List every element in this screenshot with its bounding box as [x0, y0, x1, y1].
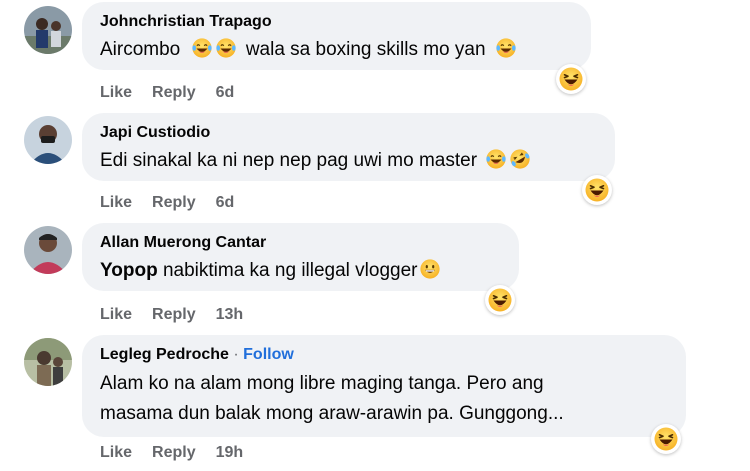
avatar-photo: [24, 226, 72, 274]
avatar-photo: [24, 116, 72, 164]
comment-text-part: Edi sinakal ka ni nep nep pag uwi mo mas…: [100, 150, 478, 171]
comment: Japi Custiodio Edi sinakal ka ni nep nep…: [0, 110, 750, 220]
comment: Legleg Pedroche · Follow Alam ko na alam…: [0, 332, 750, 471]
haha-reaction-icon: [585, 178, 609, 202]
grinning-face-icon: [419, 258, 441, 280]
comment-text-part: wala sa boxing skills mo yan: [245, 39, 486, 60]
haha-reaction-icon: [488, 288, 512, 312]
comment-text-part: nabiktima ka ng illegal vlogger: [157, 260, 418, 281]
reply-button[interactable]: Reply: [152, 84, 196, 102]
comment-actions: Like Reply 6d: [100, 84, 234, 102]
comment-text-part: Aircombo: [100, 39, 181, 60]
comment-actions: Like Reply 6d: [100, 194, 234, 212]
reaction-badge[interactable]: [582, 175, 612, 205]
author-name[interactable]: Allan Muerong Cantar: [100, 234, 266, 251]
like-button[interactable]: Like: [100, 84, 132, 102]
comment-text-line: Alam ko na alam mong libre maging tanga.…: [100, 373, 544, 394]
comment-bubble: Allan Muerong Cantar Yopop nabiktima ka …: [82, 223, 519, 291]
comment-text: Alam ko na alam mong libre maging tanga.…: [100, 369, 668, 429]
like-button[interactable]: Like: [100, 194, 132, 212]
avatar-photo: [24, 6, 72, 54]
author-name[interactable]: Legleg Pedroche: [100, 346, 229, 363]
reaction-badge[interactable]: [485, 285, 515, 315]
avatar[interactable]: [24, 6, 72, 54]
avatar[interactable]: [24, 116, 72, 164]
comment-actions: Like Reply 19h: [100, 444, 243, 462]
follow-separator: ·: [228, 346, 244, 363]
comment-text: Yopop nabiktima ka ng illegal vlogger: [100, 257, 501, 285]
like-button[interactable]: Like: [100, 306, 132, 324]
comment-timestamp[interactable]: 6d: [216, 194, 235, 212]
tears-of-joy-icon: [485, 148, 507, 170]
like-button[interactable]: Like: [100, 444, 132, 462]
comment-text: Edi sinakal ka ni nep nep pag uwi mo mas…: [100, 147, 597, 175]
avatar[interactable]: [24, 226, 72, 274]
reaction-badge[interactable]: [651, 424, 681, 454]
haha-reaction-icon: [654, 427, 678, 451]
comment-actions: Like Reply 13h: [100, 306, 243, 324]
comment-bubble: Legleg Pedroche · Follow Alam ko na alam…: [82, 335, 686, 437]
tears-of-joy-icon: [191, 37, 213, 59]
comment: Johnchristian Trapago Aircombo wala sa b…: [0, 0, 750, 110]
follow-button[interactable]: Follow: [243, 346, 294, 363]
reply-button[interactable]: Reply: [152, 444, 196, 462]
comment-timestamp[interactable]: 13h: [216, 306, 244, 324]
comment-text-line: masama dun balak mong araw-arawin pa. Gu…: [100, 403, 564, 424]
comment: Allan Muerong Cantar Yopop nabiktima ka …: [0, 220, 750, 332]
author-name[interactable]: Johnchristian Trapago: [100, 13, 272, 30]
haha-reaction-icon: [559, 67, 583, 91]
tears-of-joy-icon: [215, 37, 237, 59]
reaction-badge[interactable]: [556, 64, 586, 94]
comment-thread: Johnchristian Trapago Aircombo wala sa b…: [0, 0, 750, 471]
comment-timestamp[interactable]: 19h: [216, 444, 244, 462]
comment-bubble: Japi Custiodio Edi sinakal ka ni nep nep…: [82, 113, 615, 181]
mentioned-name[interactable]: Yopop: [100, 260, 158, 281]
comment-timestamp[interactable]: 6d: [216, 84, 235, 102]
author-name[interactable]: Japi Custiodio: [100, 124, 210, 141]
comment-text: Aircombo wala sa boxing skills mo yan: [100, 36, 573, 64]
tears-of-joy-icon: [495, 37, 517, 59]
avatar[interactable]: [24, 338, 72, 386]
rofl-icon: [509, 148, 531, 170]
avatar-photo: [24, 338, 72, 386]
reply-button[interactable]: Reply: [152, 306, 196, 324]
comment-bubble: Johnchristian Trapago Aircombo wala sa b…: [82, 2, 591, 70]
reply-button[interactable]: Reply: [152, 194, 196, 212]
